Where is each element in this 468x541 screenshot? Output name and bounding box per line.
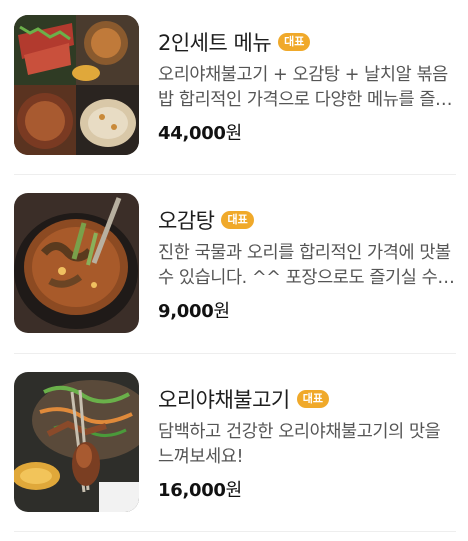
menu-price: 16,000원 [158,476,456,502]
price-number: 16,000 [158,480,226,501]
menu-price: 44,000원 [158,119,456,145]
price-unit: 원 [225,123,243,144]
menu-item[interactable]: 2인세트 메뉴 대표 오리야채불고기 + 오감탕 + 날치알 볶음밥 합리적인 … [0,15,468,155]
menu-description: 진한 국물과 오리를 합리적인 가격에 맛볼 수 있습니다. ^^ 포장으로도 … [158,243,451,288]
menu-description: 담백하고 건강한 오리야채불고기의 맛을 느껴보세요! [158,422,441,467]
representative-badge: 대표 [221,211,254,229]
menu-name[interactable]: 2인세트 메뉴 [158,27,272,57]
divider [14,174,456,175]
menu-info: 2인세트 메뉴 대표 오리야채불고기 + 오감탕 + 날치알 볶음밥 합리적인 … [158,27,456,145]
price-number: 44,000 [158,123,226,144]
duck-bulgogi-photo-illustration [14,372,139,512]
price-number: 9,000 [158,301,214,322]
menu-info: 오감탕 대표 진한 국물과 오리를 합리적인 가격에 맛볼 수 있습니다. ^^… [158,205,456,323]
price-unit: 원 [225,480,243,501]
menu-price: 9,000원 [158,297,456,323]
menu-name[interactable]: 오리야채불고기 [158,384,290,414]
ogamtang-photo-illustration [14,193,139,333]
set-menu-photo-illustration [14,15,139,155]
menu-photo[interactable] [14,15,139,155]
menu-name[interactable]: 오감탕 [158,205,215,235]
menu-info: 오리야채불고기 대표 담백하고 건강한 오리야채불고기의 맛을 느껴보세요! 1… [158,384,456,502]
menu-description: 오리야채불고기 + 오감탕 + 날치알 볶음밥 합리적인 가격으로 다양한 메뉴… [158,65,451,110]
representative-badge: 대표 [278,33,311,51]
price-unit: 원 [213,301,230,322]
menu-photo[interactable] [14,372,139,512]
menu-item[interactable]: 오감탕 대표 진한 국물과 오리를 합리적인 가격에 맛볼 수 있습니다. ^^… [0,193,468,333]
menu-item[interactable]: 오리야채불고기 대표 담백하고 건강한 오리야채불고기의 맛을 느껴보세요! 1… [0,372,468,512]
divider [14,531,456,532]
representative-badge: 대표 [296,390,329,408]
menu-photo[interactable] [14,193,139,333]
divider [14,353,456,354]
